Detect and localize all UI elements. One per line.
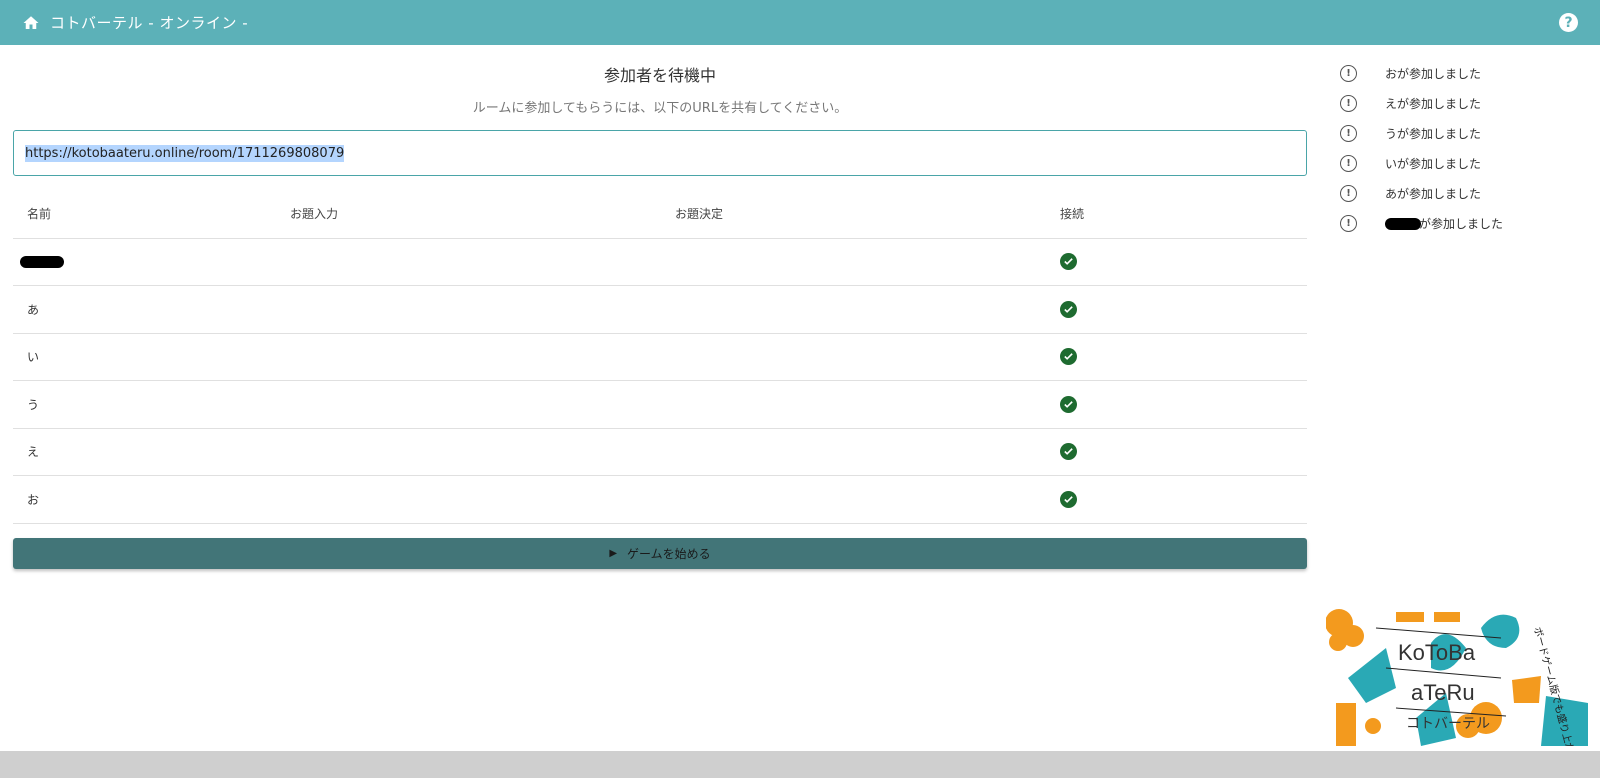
- logo-blob-shape: [1329, 633, 1347, 651]
- connection-cell: [1046, 285, 1307, 334]
- connection-cell: [1046, 475, 1307, 524]
- topic-decided-cell: [661, 333, 1046, 381]
- topic-input-cell: [276, 428, 661, 476]
- list-item: ! あが参加しました: [1340, 178, 1580, 208]
- connection-cell: [1046, 333, 1307, 381]
- table-header-row: 名前 お題入力 お題決定 接続: [13, 190, 1307, 239]
- list-item: ! うが参加しました: [1340, 118, 1580, 148]
- column-header-name: 名前: [13, 190, 276, 239]
- logo-text-line3: コトバーテル: [1406, 716, 1490, 732]
- topic-decided-cell: [661, 428, 1046, 476]
- waiting-room: 参加者を待機中 ルームに参加してもらうには、以下のURLを共有してください。 h…: [13, 45, 1307, 569]
- check-circle-icon: [1060, 395, 1077, 413]
- topic-decided-cell: [661, 238, 1046, 286]
- info-icon: !: [1340, 154, 1357, 172]
- participant-name: あ: [13, 285, 276, 334]
- column-header-topic-decided: お題決定: [661, 190, 1046, 239]
- logo-orange-shape: [1365, 718, 1381, 734]
- table-row: あ: [13, 285, 1307, 334]
- info-icon: !: [1340, 64, 1357, 82]
- table-row: え: [13, 428, 1307, 476]
- notification-text: あが参加しました: [1385, 186, 1482, 201]
- notification-text: いが参加しました: [1385, 156, 1482, 171]
- participants-table: 名前 お題入力 お題決定 接続 あ い う え お: [13, 190, 1307, 524]
- table-row: お: [13, 475, 1307, 524]
- participant-name: い: [13, 333, 276, 381]
- topic-decided-cell: [661, 475, 1046, 524]
- topic-decided-cell: [661, 285, 1046, 334]
- logo-bottle-shape: [1336, 703, 1356, 746]
- notification-text: うが参加しました: [1385, 126, 1482, 141]
- redacted-name: [20, 256, 64, 269]
- logo-whale-shape: [1481, 614, 1520, 648]
- notification-list: ! おが参加しました ! えが参加しました ! うが参加しました ! いが参加し…: [1340, 58, 1580, 238]
- topic-input-cell: [276, 380, 661, 429]
- page-title: 参加者を待機中: [603, 66, 716, 85]
- list-item: ! いが参加しました: [1340, 148, 1580, 178]
- list-item: ! おが参加しました: [1340, 58, 1580, 88]
- check-circle-icon: [1060, 443, 1077, 461]
- redacted-name: [1385, 218, 1421, 230]
- list-item: ! えが参加しました: [1340, 88, 1580, 118]
- column-header-connection: 接続: [1046, 190, 1307, 239]
- connection-cell: [1046, 380, 1307, 429]
- topic-input-cell: [276, 285, 661, 334]
- topic-input-cell: [276, 238, 661, 286]
- check-circle-icon: [1060, 348, 1077, 366]
- logo-text-line1: KoToBa: [1398, 640, 1476, 665]
- connection-cell: [1046, 428, 1307, 476]
- topic-input-cell: [276, 475, 661, 524]
- start-game-button[interactable]: ▶ ゲームを始める: [13, 537, 1307, 569]
- room-url-field[interactable]: https://kotobaateru.online/room/17112698…: [13, 130, 1307, 176]
- info-icon: !: [1340, 214, 1357, 232]
- logo-orange-shape: [1512, 676, 1541, 703]
- topic-input-cell: [276, 333, 661, 381]
- kotobaateru-logo: KoToBa aTeRu コトバーテル ボードゲーム版でも盛り上がろう!: [1326, 609, 1588, 746]
- participant-name: [13, 238, 276, 286]
- column-header-topic-input: お題入力: [276, 190, 661, 239]
- home-icon[interactable]: [22, 14, 40, 32]
- table-row: い: [13, 333, 1307, 381]
- participant-name: お: [13, 475, 276, 524]
- app-bar: コトバーテル - オンライン - ?: [0, 0, 1600, 45]
- topic-decided-cell: [661, 380, 1046, 429]
- play-icon: ▶: [609, 547, 618, 559]
- info-icon: !: [1340, 94, 1357, 112]
- notification-text: えが参加しました: [1385, 96, 1482, 111]
- connection-cell: [1046, 238, 1307, 286]
- notification-text: おが参加しました: [1385, 66, 1482, 81]
- notification-text: が参加しました: [1385, 215, 1503, 232]
- participant-name: え: [13, 428, 276, 476]
- check-circle-icon: [1060, 300, 1077, 318]
- table-row: う: [13, 380, 1307, 429]
- footer-bar: [0, 751, 1600, 778]
- logo-glasses-shape: [1396, 612, 1460, 622]
- logo-text-line2: aTeRu: [1411, 680, 1475, 705]
- info-icon: !: [1340, 184, 1357, 202]
- table-row: [13, 238, 1307, 286]
- room-url-text: https://kotobaateru.online/room/17112698…: [25, 144, 345, 162]
- info-icon: !: [1340, 124, 1357, 142]
- check-circle-icon: [1060, 490, 1077, 508]
- list-item: ! が参加しました: [1340, 208, 1580, 238]
- start-game-label: ゲームを始める: [627, 546, 711, 561]
- logo-teal-shape: [1348, 648, 1396, 703]
- help-icon[interactable]: ?: [1559, 13, 1578, 32]
- participant-name: う: [13, 380, 276, 429]
- check-circle-icon: [1060, 253, 1077, 271]
- app-title: コトバーテル - オンライン -: [50, 14, 249, 32]
- share-instructions: ルームに参加してもらうには、以下のURLを共有してください。: [472, 101, 848, 116]
